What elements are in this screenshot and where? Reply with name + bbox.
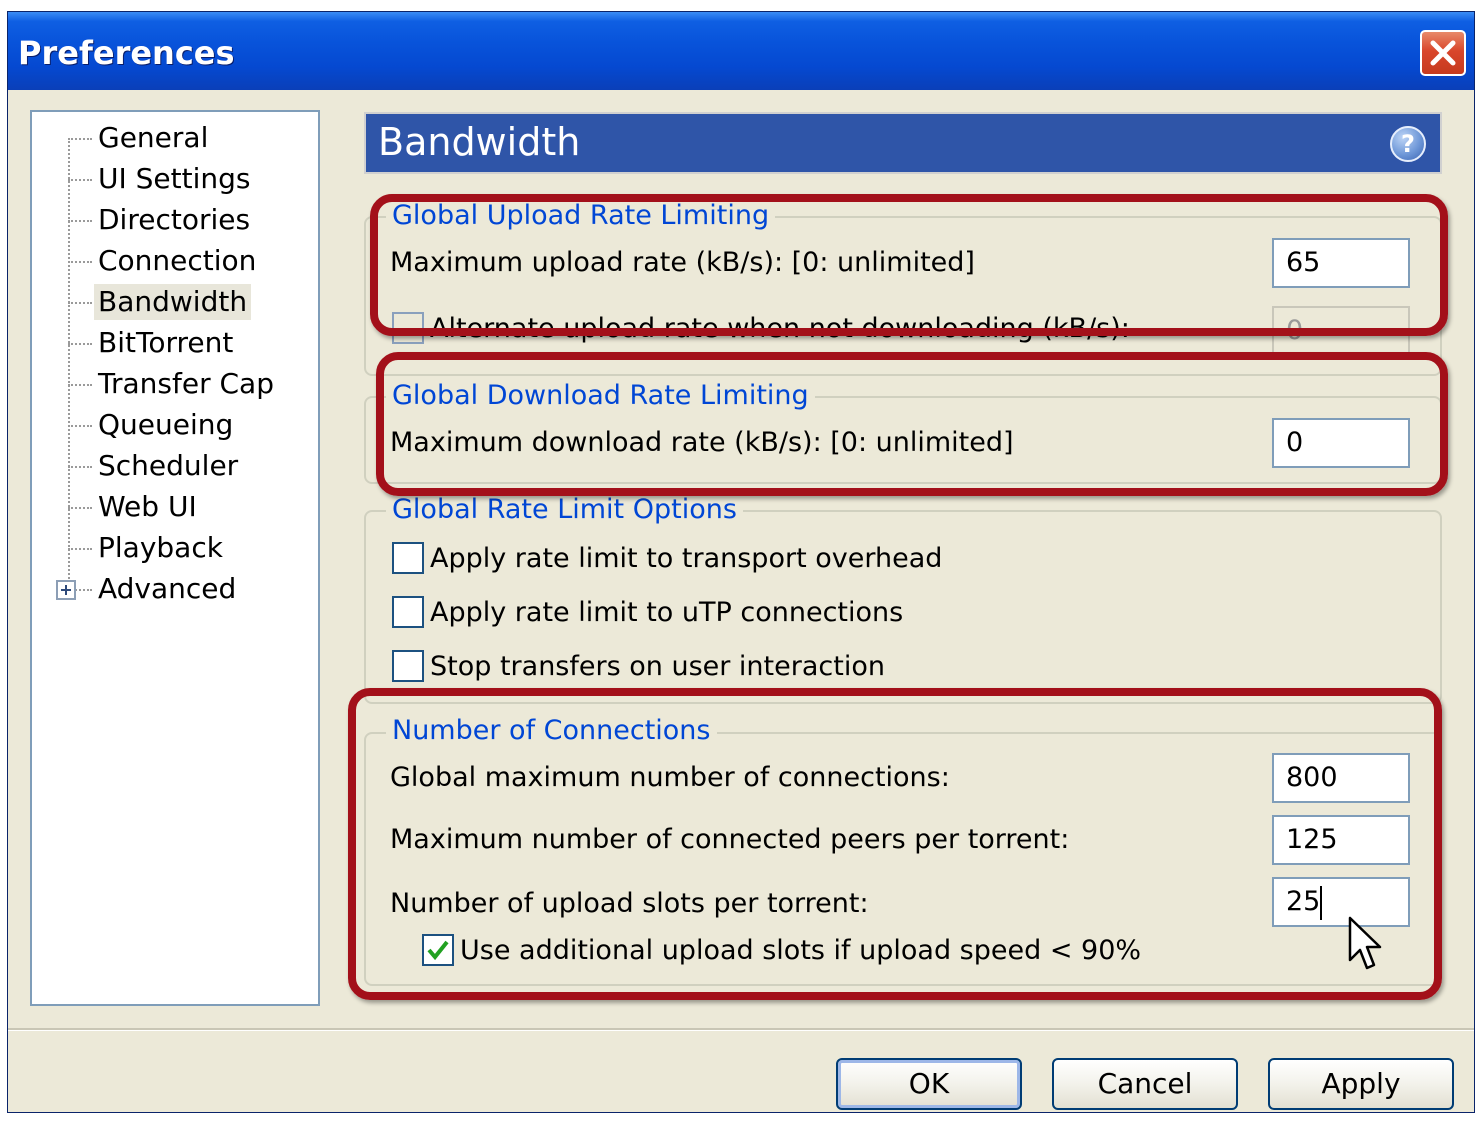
cancel-button[interactable]: Cancel (1052, 1058, 1238, 1110)
peers-per-torrent-field[interactable]: 125 (1272, 815, 1410, 865)
mouse-pointer-icon (1348, 916, 1382, 970)
footer-separator (8, 1028, 1474, 1031)
sidebar-item-general[interactable]: General (94, 120, 212, 156)
max-upload-label: Maximum upload rate (kB/s): [0: unlimite… (390, 247, 975, 278)
download-group-title: Global Download Rate Limiting (386, 380, 815, 412)
upload-group-title: Global Upload Rate Limiting (386, 200, 776, 232)
peers-per-torrent-label: Maximum number of connected peers per to… (390, 824, 1070, 855)
sidebar-item-transfer-cap[interactable]: Transfer Cap (94, 366, 278, 402)
sidebar-item-advanced[interactable]: Advanced (94, 571, 240, 607)
sidebar-item-playback[interactable]: Playback (94, 530, 227, 566)
upload-slots-field[interactable]: 25 (1272, 877, 1410, 927)
close-icon (1430, 40, 1456, 66)
utp-connections-label: Apply rate limit to uTP connections (430, 597, 904, 628)
max-download-field[interactable]: 0 (1272, 418, 1410, 468)
page-header: Bandwidth ? (364, 112, 1442, 174)
global-connections-label: Global maximum number of connections: (390, 762, 950, 793)
global-connections-field[interactable]: 800 (1272, 753, 1410, 803)
alternate-upload-field[interactable]: 0 (1272, 306, 1410, 356)
transport-overhead-label: Apply rate limit to transport overhead (430, 543, 943, 574)
stop-transfers-label: Stop transfers on user interaction (430, 651, 885, 682)
sidebar-item-web-ui[interactable]: Web UI (94, 489, 201, 525)
sidebar-tree: General UI Settings Directories Connecti… (30, 110, 320, 1006)
upload-slots-label: Number of upload slots per torrent: (390, 888, 869, 919)
utp-connections-checkbox[interactable] (392, 596, 424, 628)
sidebar-item-directories[interactable]: Directories (94, 202, 254, 238)
extra-slots-checkbox[interactable] (422, 934, 454, 966)
title-bar[interactable]: Preferences (8, 12, 1474, 90)
close-button[interactable] (1420, 30, 1466, 76)
text-caret (1320, 886, 1322, 920)
transport-overhead-checkbox[interactable] (392, 542, 424, 574)
window-title: Preferences (18, 34, 235, 72)
sidebar-item-ui-settings[interactable]: UI Settings (94, 161, 255, 197)
alternate-upload-label: Alternate upload rate when not downloadi… (430, 313, 1130, 344)
page-title: Bandwidth (378, 120, 581, 164)
help-icon[interactable]: ? (1390, 126, 1426, 162)
max-upload-field[interactable]: 65 (1272, 238, 1410, 288)
sidebar-item-queueing[interactable]: Queueing (94, 407, 237, 443)
preferences-window: Preferences General UI Settings Director… (8, 12, 1474, 1112)
ok-button[interactable]: OK (836, 1058, 1022, 1110)
apply-button[interactable]: Apply (1268, 1058, 1454, 1110)
sidebar-item-bandwidth[interactable]: Bandwidth (94, 284, 252, 320)
expand-plus-icon[interactable] (56, 580, 76, 600)
sidebar-item-bittorrent[interactable]: BitTorrent (94, 325, 237, 361)
sidebar-item-connection[interactable]: Connection (94, 243, 260, 279)
connections-group-title: Number of Connections (386, 715, 717, 747)
sidebar-item-scheduler[interactable]: Scheduler (94, 448, 242, 484)
stop-transfers-checkbox[interactable] (392, 650, 424, 682)
tree-line (68, 138, 70, 598)
checkmark-icon (427, 940, 449, 961)
rate-options-group-title: Global Rate Limit Options (386, 494, 743, 526)
extra-slots-label: Use additional upload slots if upload sp… (460, 935, 1142, 966)
max-download-label: Maximum download rate (kB/s): [0: unlimi… (390, 427, 1014, 458)
alternate-upload-checkbox[interactable] (392, 312, 424, 344)
